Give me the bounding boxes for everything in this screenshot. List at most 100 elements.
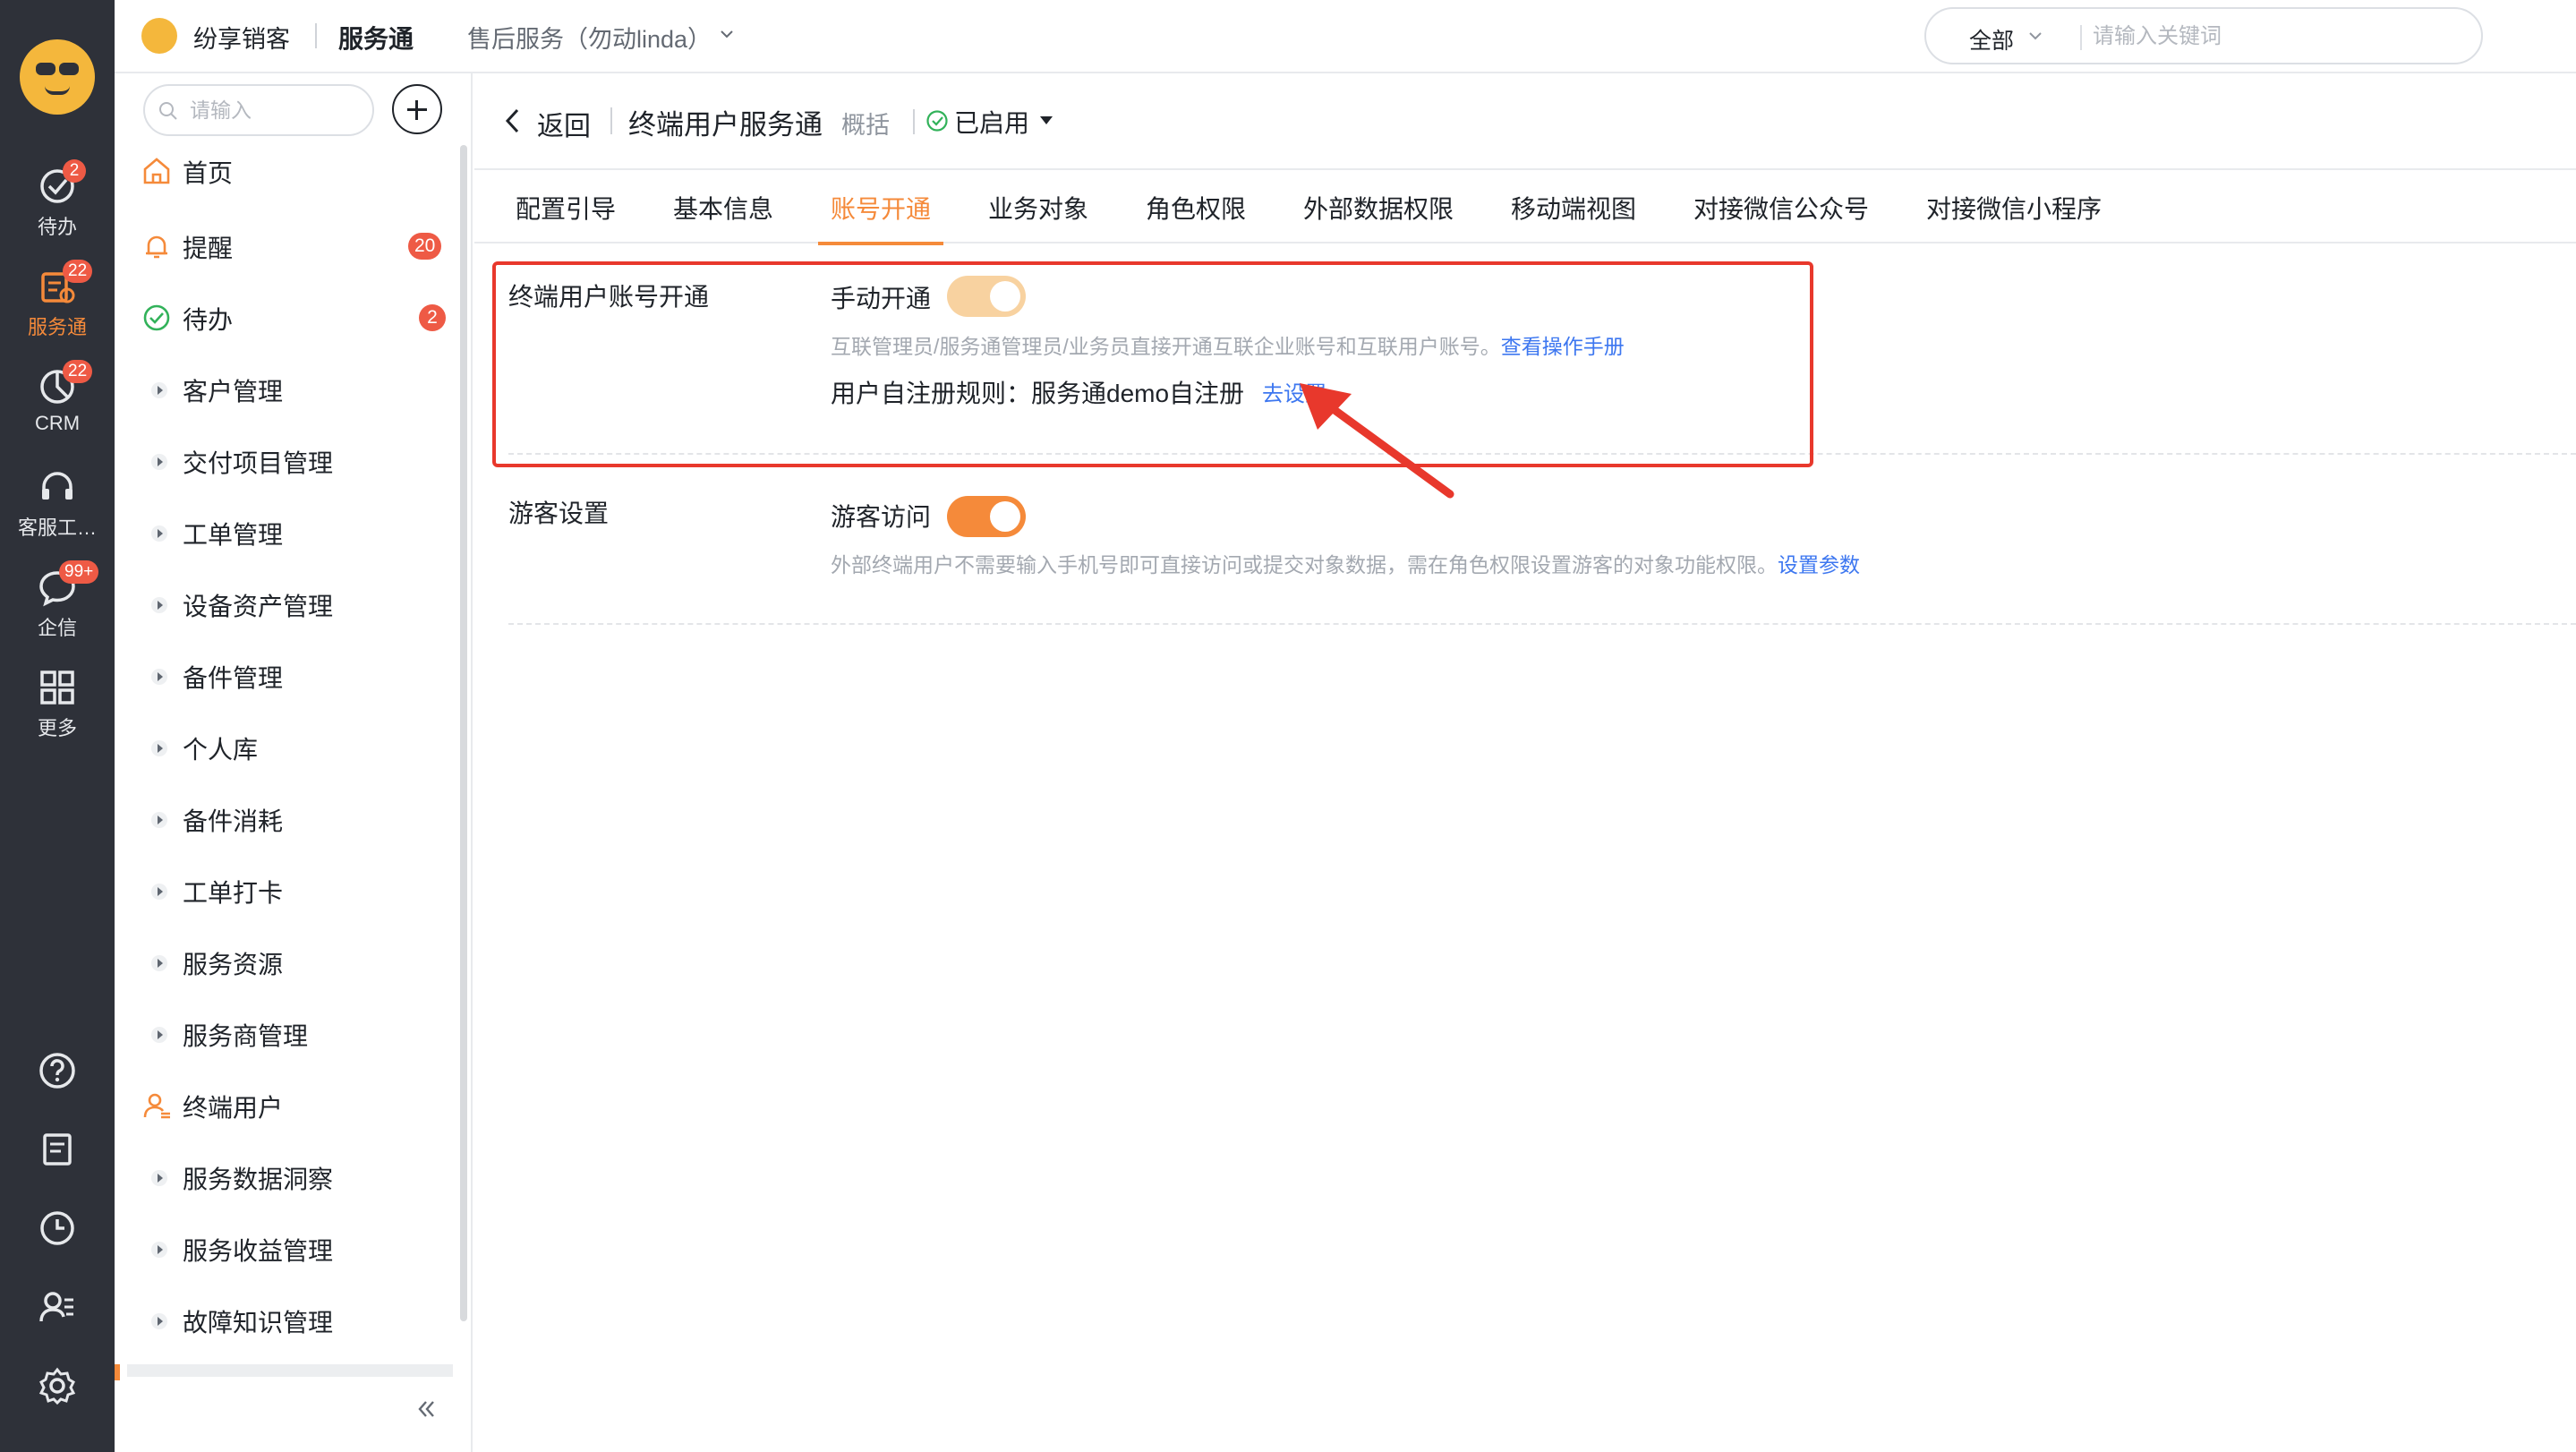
top-bar: 纷享销客 服务通 售后服务（勿动linda） 全部 <box>115 0 2576 73</box>
caret-right-icon <box>151 1027 167 1043</box>
sidebar-item-fault-knowledge[interactable]: 故障知识管理 <box>115 1284 458 1355</box>
sidebar-item-label: 设备资产管理 <box>183 593 334 620</box>
divider <box>2080 25 2082 50</box>
settings-icon[interactable] <box>38 1366 77 1405</box>
sidebar-item-insights[interactable]: 服务数据洞察 <box>115 1140 458 1212</box>
search-scope-select[interactable]: 全部 <box>1969 23 2014 56</box>
divider <box>315 23 317 48</box>
notebook-icon[interactable] <box>38 1130 77 1169</box>
chevron-left-icon[interactable] <box>503 107 523 134</box>
sidebar-item-label: 待办 <box>183 306 234 334</box>
active-indicator <box>115 1364 120 1380</box>
rail-item-label: 客服工… <box>17 517 97 539</box>
count-badge: 20 <box>408 233 442 260</box>
guest-access-toggle[interactable] <box>947 496 1026 537</box>
tab-config-guide[interactable]: 配置引导 <box>516 172 616 243</box>
brand-name[interactable]: 纷享销客 <box>193 20 290 55</box>
bell-icon <box>146 235 167 259</box>
guest-access-label: 游客访问 <box>831 503 932 531</box>
tab-business-objects[interactable]: 业务对象 <box>988 172 1088 243</box>
rail-item-label: CRM <box>34 412 81 434</box>
caret-right-icon <box>151 812 167 828</box>
sidebar-search-input[interactable] <box>190 97 360 124</box>
divider <box>508 623 2576 625</box>
back-button[interactable]: 返回 <box>537 104 591 143</box>
sidebar-scrollbar[interactable] <box>460 145 467 1321</box>
rail-badge: 99+ <box>59 560 99 584</box>
tab-external-data-permissions[interactable]: 外部数据权限 <box>1303 172 1454 243</box>
tab-basic-info[interactable]: 基本信息 <box>673 172 773 243</box>
rail-item-crm[interactable]: 22 CRM <box>0 360 115 449</box>
rail-item-customer-service[interactable]: 客服工… <box>0 460 115 550</box>
sidebar-item-label: 客户管理 <box>183 378 284 406</box>
rail-item-todo[interactable]: 2 待办 <box>0 159 115 249</box>
sidebar-item-home[interactable]: 首页 <box>115 134 458 206</box>
sidebar-item-customer[interactable]: 客户管理 <box>115 353 458 424</box>
sidebar-item-resources[interactable]: 服务资源 <box>115 926 458 997</box>
rail-badge: 22 <box>63 260 93 283</box>
arrow-icon <box>1300 383 1454 499</box>
status-dropdown[interactable]: 已启用 <box>954 104 1029 140</box>
global-search: 全部 <box>1924 7 2483 64</box>
user-list-icon[interactable] <box>38 1287 77 1327</box>
sidebar-item-todo[interactable]: 待办 2 <box>115 281 458 353</box>
check-circle-icon <box>143 304 170 331</box>
clock-icon[interactable] <box>38 1209 77 1248</box>
tab-wechat-official[interactable]: 对接微信公众号 <box>1693 172 1869 243</box>
description-text: 外部终端用户不需要输入手机号即可直接访问或提交对象数据，需在角色权限设置游客的对… <box>831 553 1778 577</box>
sidebar-item-parts-consumption[interactable]: 备件消耗 <box>115 782 458 854</box>
app-logo-icon[interactable] <box>20 39 95 115</box>
sidebar-item-workorders[interactable]: 工单管理 <box>115 496 458 568</box>
collapse-sidebar-icon[interactable] <box>414 1396 439 1422</box>
sidebar-item-label: 服务资源 <box>183 951 284 978</box>
sidebar-item-spare-parts[interactable]: 备件管理 <box>115 639 458 711</box>
sidebar-item-label: 服务商管理 <box>183 1022 309 1050</box>
set-params-link[interactable]: 设置参数 <box>1778 553 1860 577</box>
sidebar-item-label: 工单打卡 <box>183 879 284 907</box>
rail-item-more[interactable]: 更多 <box>0 661 115 750</box>
main-content: 返回 终端用户服务通 概括 已启用 配置引导 基本信息 账号开通 业务对象 角色… <box>474 73 2576 1452</box>
rail-item-label: 更多 <box>37 717 77 739</box>
tab-bar: 配置引导 基本信息 账号开通 业务对象 角色权限 外部数据权限 移动端视图 对接… <box>474 172 2576 245</box>
sidebar-item-checkin[interactable]: 工单打卡 <box>115 854 458 926</box>
sidebar-item-label: 故障知识管理 <box>183 1309 334 1337</box>
sidebar-item-assets[interactable]: 设备资产管理 <box>115 568 458 639</box>
tab-mobile-view[interactable]: 移动端视图 <box>1511 172 1636 243</box>
caret-right-icon <box>151 1242 167 1258</box>
tab-wechat-miniprogram[interactable]: 对接微信小程序 <box>1926 172 2102 243</box>
rail-badge: 2 <box>63 159 86 183</box>
context-selector[interactable]: 售后服务（勿动linda） <box>467 20 712 55</box>
tab-role-permissions[interactable]: 角色权限 <box>1146 172 1246 243</box>
highlight-box <box>492 261 1813 467</box>
check-circle-icon <box>926 110 948 132</box>
caret-right-icon <box>151 525 167 542</box>
end-user-icon <box>143 1093 170 1119</box>
search-icon <box>159 102 177 120</box>
sidebar-item-projects[interactable]: 交付项目管理 <box>115 424 458 496</box>
caret-right-icon <box>151 1313 167 1329</box>
caret-right-icon <box>151 454 167 470</box>
sidebar-item-reminders[interactable]: 提醒 20 <box>115 209 458 281</box>
global-search-input[interactable] <box>2093 21 2451 52</box>
rail-item-service[interactable]: 22 服务通 <box>0 260 115 349</box>
sidebar-item-label: 备件管理 <box>183 664 284 692</box>
sidebar-item-revenue[interactable]: 服务收益管理 <box>115 1212 458 1284</box>
overview-link[interactable]: 概括 <box>841 106 890 141</box>
sidebar-item-personal-library[interactable]: 个人库 <box>115 711 458 782</box>
sidebar-item-label: 首页 <box>183 159 234 187</box>
sidebar: 首页 提醒 20 待办 2 客户管理 交付项目管理 工单管理 设备资产管理 备件… <box>115 73 473 1452</box>
app-name[interactable]: 服务通 <box>338 20 414 56</box>
page-header: 返回 终端用户服务通 概括 已启用 <box>474 73 2576 170</box>
sidebar-item-providers[interactable]: 服务商管理 <box>115 997 458 1069</box>
horizontal-scrollbar[interactable] <box>127 1364 453 1377</box>
caret-down-icon[interactable] <box>1040 116 1053 124</box>
chevron-down-icon[interactable] <box>2028 29 2043 43</box>
sidebar-item-end-users[interactable]: 终端用户 <box>115 1069 458 1140</box>
page-title: 终端用户服务通 <box>628 109 823 141</box>
chevron-down-icon[interactable] <box>720 27 734 41</box>
rail-item-label: 服务通 <box>27 316 87 338</box>
help-icon[interactable] <box>38 1051 77 1090</box>
rail-item-messenger[interactable]: 99+ 企信 <box>0 560 115 650</box>
add-button[interactable] <box>392 84 442 134</box>
tab-account[interactable]: 账号开通 <box>817 172 944 245</box>
